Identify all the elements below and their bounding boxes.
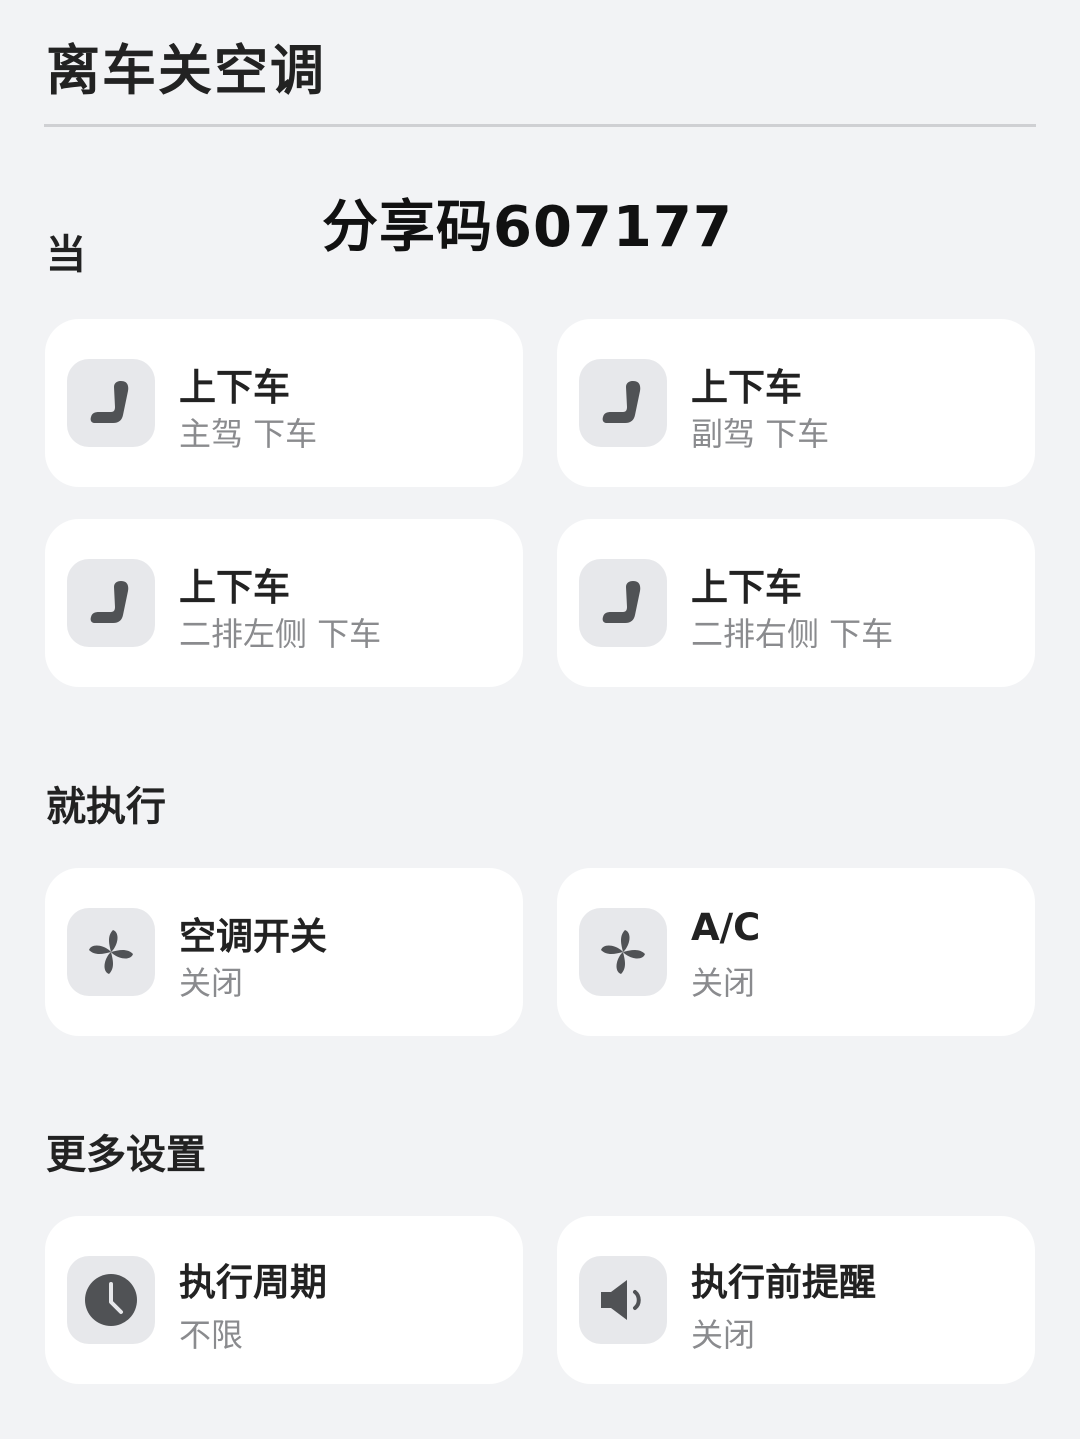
action-title: 空调开关 bbox=[179, 915, 327, 958]
trigger-card-driver[interactable]: 上下车 主驾 下车 bbox=[45, 319, 523, 487]
clock-icon bbox=[67, 1256, 155, 1344]
trigger-title: 上下车 bbox=[691, 366, 802, 409]
page-title: 离车关空调 bbox=[46, 39, 326, 102]
action-subtitle: 关闭 bbox=[691, 964, 756, 1002]
action-card-ac-switch[interactable]: 空调开关 关闭 bbox=[45, 868, 523, 1036]
setting-card-reminder[interactable]: 执行前提醒 关闭 bbox=[557, 1216, 1035, 1384]
fan-icon bbox=[67, 908, 155, 996]
trigger-subtitle: 二排左侧 下车 bbox=[179, 615, 382, 653]
action-subtitle: 关闭 bbox=[179, 964, 244, 1002]
setting-title: 执行周期 bbox=[179, 1261, 327, 1304]
section-more-label: 更多设置 bbox=[46, 1132, 206, 1178]
speaker-icon bbox=[579, 1256, 667, 1344]
section-do-label: 就执行 bbox=[46, 784, 166, 830]
trigger-card-rear-left[interactable]: 上下车 二排左侧 下车 bbox=[45, 519, 523, 687]
title-divider bbox=[44, 124, 1036, 127]
fan-icon bbox=[579, 908, 667, 996]
trigger-subtitle: 副驾 下车 bbox=[691, 415, 830, 453]
trigger-card-passenger[interactable]: 上下车 副驾 下车 bbox=[557, 319, 1035, 487]
setting-subtitle: 关闭 bbox=[691, 1316, 756, 1354]
trigger-subtitle: 主驾 下车 bbox=[179, 415, 318, 453]
action-card-ac[interactable]: A/C 关闭 bbox=[557, 868, 1035, 1036]
setting-card-period[interactable]: 执行周期 不限 bbox=[45, 1216, 523, 1384]
action-title: A/C bbox=[691, 906, 761, 949]
trigger-title: 上下车 bbox=[691, 566, 802, 609]
share-code-label: 分享码607177 bbox=[322, 195, 733, 260]
setting-title: 执行前提醒 bbox=[691, 1261, 876, 1304]
seat-icon bbox=[67, 359, 155, 447]
trigger-title: 上下车 bbox=[179, 566, 290, 609]
setting-subtitle: 不限 bbox=[179, 1316, 244, 1354]
trigger-card-rear-right[interactable]: 上下车 二排右侧 下车 bbox=[557, 519, 1035, 687]
section-when-label: 当 bbox=[46, 232, 86, 278]
trigger-subtitle: 二排右侧 下车 bbox=[691, 615, 894, 653]
seat-icon bbox=[67, 559, 155, 647]
trigger-title: 上下车 bbox=[179, 366, 290, 409]
seat-icon bbox=[579, 359, 667, 447]
seat-icon bbox=[579, 559, 667, 647]
